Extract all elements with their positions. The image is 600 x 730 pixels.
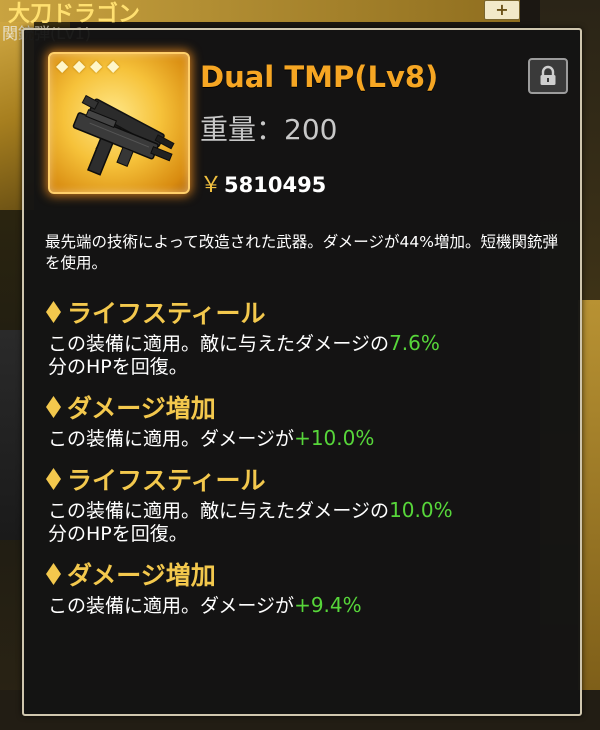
effect-value: 10.0% [389,498,453,522]
background-title-bar: 大刀ドラゴン [0,0,520,27]
effect-title: ダメージ増加 [46,554,574,594]
effect-text-after: 分のHPを回復。 [48,356,188,378]
effect-title: ライフスティール [46,459,574,499]
item-weight: 重量：200 [200,113,338,146]
diamond-icon [46,301,61,323]
item-tooltip: ◆ ◆ ◆ ◆ Dual TMP(Lv8) 重量：200 ￥5810495 最先… [22,28,582,716]
effect-value: +9.4% [294,593,362,617]
effect-value: +10.0% [294,426,375,450]
smg-icon [72,94,175,176]
lock-button[interactable] [528,58,568,94]
effect-item: ダメージ増加 この装備に適用。ダメージが+9.4% [46,554,574,618]
lock-icon [540,65,556,85]
effect-text: この装備に適用。敵に与えたダメージの7.6% 分のHPを回復。 [46,332,574,379]
effect-title-text: ライフスティール [67,466,266,495]
effect-text: この装備に適用。ダメージが+10.0% [46,427,574,451]
background-plus-button[interactable]: + [484,0,520,20]
effects-list: ライフスティール この装備に適用。敵に与えたダメージの7.6% 分のHPを回復。… [46,292,574,618]
effect-item: ダメージ増加 この装備に適用。ダメージが+10.0% [46,387,574,451]
effect-title-text: ライフスティール [67,299,266,328]
star-icon: ◆ [73,56,86,75]
diamond-icon [46,396,61,418]
item-icon-frame: ◆ ◆ ◆ ◆ [48,52,190,194]
effect-text-before: この装備に適用。敵に与えたダメージの [48,333,390,355]
effect-item: ライフスティール この装備に適用。敵に与えたダメージの10.0% 分のHPを回復… [46,459,574,546]
effect-text-before: この装備に適用。敵に与えたダメージの [48,500,390,522]
effect-text-after: 分のHPを回復。 [48,523,188,545]
effect-value: 7.6% [389,331,440,355]
effect-title-text: ダメージ増加 [67,394,216,423]
effect-item: ライフスティール この装備に適用。敵に与えたダメージの7.6% 分のHPを回復。 [46,292,574,379]
effect-text-before: この装備に適用。ダメージが [48,595,295,617]
diamond-icon [46,468,61,490]
rarity-stars: ◆ ◆ ◆ ◆ [56,58,123,74]
star-icon: ◆ [56,56,69,75]
yen-icon: ￥ [200,173,223,198]
star-icon: ◆ [90,56,103,75]
effect-text: この装備に適用。ダメージが+9.4% [46,594,574,618]
effect-title: ライフスティール [46,292,574,332]
star-icon: ◆ [107,56,120,75]
item-price: ￥5810495 [200,167,326,199]
price-value: 5810495 [224,173,327,197]
effect-title: ダメージ増加 [46,387,574,427]
effect-title-text: ダメージ増加 [67,561,216,590]
item-name: Dual TMP(Lv8) [200,60,439,94]
effect-text: この装備に適用。敵に与えたダメージの10.0% 分のHPを回復。 [46,499,574,546]
effect-text-before: この装備に適用。ダメージが [48,428,295,450]
item-description: 最先端の技術によって改造された武器。ダメージが44%増加。短機関銃弾を使用。 [45,233,558,272]
diamond-icon [46,563,61,585]
